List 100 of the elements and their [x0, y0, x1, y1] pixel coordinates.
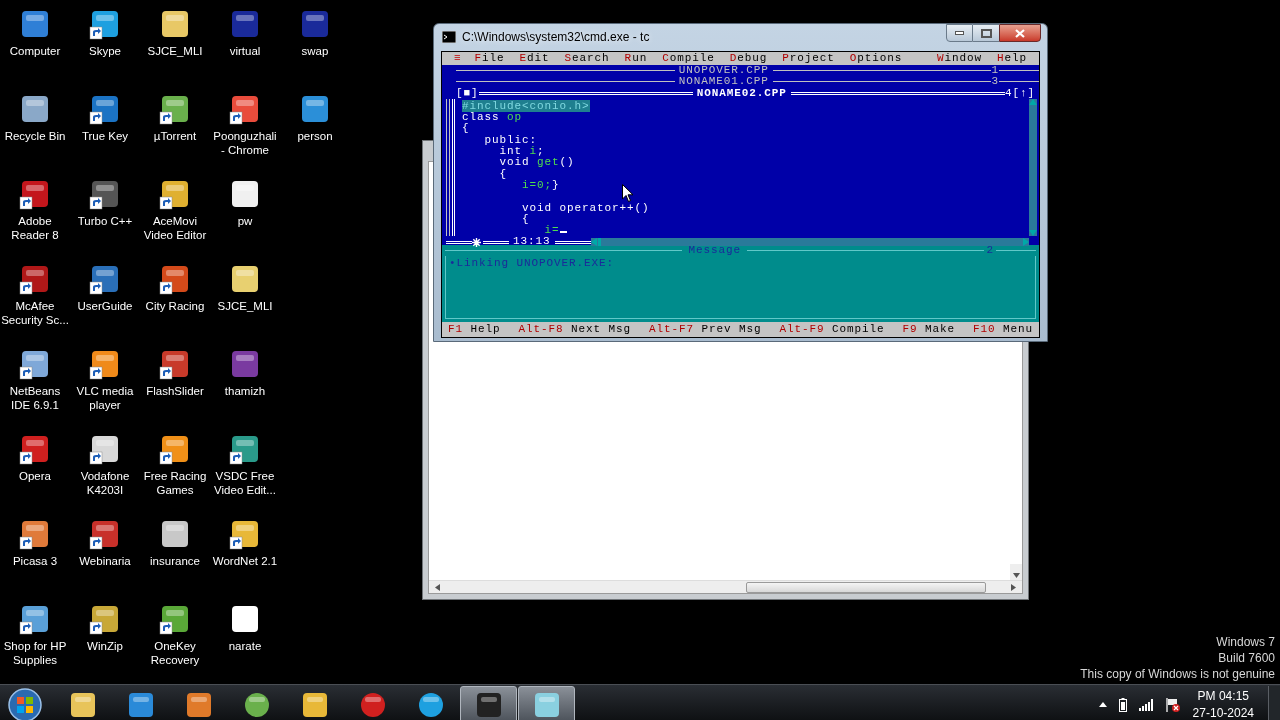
minimize-icon: [955, 31, 964, 35]
taskbar-button[interactable]: [460, 685, 517, 720]
desktop-icon-label[interactable]: SJCE_MLI: [216, 299, 274, 313]
desktop-icon-label[interactable]: Skype: [88, 44, 122, 58]
cursor-position: 13:13: [512, 236, 552, 248]
menu-item[interactable]: File: [474, 52, 505, 65]
app-icon: [532, 690, 561, 719]
zoom-box[interactable]: [↑]: [1012, 87, 1035, 99]
desktop-icon-label[interactable]: True Key: [80, 129, 130, 143]
menu-item[interactable]: Window: [936, 52, 982, 65]
desktop-icon-label[interactable]: person: [296, 129, 334, 143]
menu-item[interactable]: Options: [849, 52, 903, 65]
desktop-icon-label[interactable]: WordNet 2.1: [211, 554, 279, 568]
window-number: 1: [991, 65, 999, 77]
desktop-icon-label[interactable]: NetBeans IDE 6.9.1: [0, 384, 70, 412]
editor-window-title[interactable]: NONAME01.CPP: [674, 76, 773, 88]
function-key-hint[interactable]: Alt-F9 Compile: [779, 321, 885, 338]
desktop-icon-label[interactable]: SJCE_MLI: [146, 44, 204, 58]
menu-item[interactable]: Run: [624, 52, 648, 65]
console-icon[interactable]: [442, 31, 456, 43]
menu-item[interactable]: Debug: [729, 52, 768, 65]
desktop-icon-label[interactable]: Computer: [8, 44, 62, 58]
desktop-icon-label[interactable]: insurance: [149, 554, 201, 568]
function-key-hint[interactable]: F1 Help: [448, 321, 501, 338]
desktop-icon-label[interactable]: thamizh: [223, 384, 267, 398]
window-number: 3: [991, 76, 999, 88]
signal-icon[interactable]: [1138, 698, 1153, 711]
app-icon: [184, 690, 213, 719]
code-line: public:: [483, 134, 537, 147]
function-key-hint[interactable]: Alt-F7 Prev Msg: [648, 321, 762, 338]
scroll-left-icon[interactable]: [435, 583, 440, 591]
desktop-icon-label[interactable]: Poonguzhali - Chrome: [210, 129, 280, 157]
code-line: {: [462, 123, 470, 135]
app-icon: [474, 690, 503, 719]
function-key-hint[interactable]: F10 Menu: [972, 321, 1033, 338]
scroll-down-icon[interactable]: [1012, 573, 1020, 578]
window-number: 4: [1004, 87, 1013, 99]
desktop-icon-label[interactable]: UserGuide: [76, 299, 134, 313]
function-key-hint[interactable]: Alt-F8 Next Msg: [518, 321, 632, 338]
taskbar-button[interactable]: [518, 685, 575, 720]
desktop-icon-label[interactable]: City Racing: [144, 299, 206, 313]
menu-item[interactable]: Help: [996, 52, 1027, 65]
desktop-icon-label[interactable]: Webinaria: [78, 554, 132, 568]
minimize-button[interactable]: [946, 24, 973, 42]
code-line: int i;: [499, 146, 545, 158]
editor-window-title[interactable]: NONAME02.CPP: [692, 87, 791, 99]
scroll-right-icon[interactable]: [1011, 583, 1016, 591]
desktop-icon-label[interactable]: virtual: [228, 44, 262, 58]
vertical-scrollbar[interactable]: [1010, 564, 1022, 580]
desktop-icon-label[interactable]: McAfee Security Sc...: [0, 299, 70, 327]
scroll-left-icon[interactable]: [590, 238, 601, 247]
flag-icon[interactable]: [1164, 696, 1181, 713]
system-menu[interactable]: ≡: [454, 52, 462, 65]
editor-window-title[interactable]: UNOPOVER.CPP: [674, 65, 773, 77]
desktop-icon-label[interactable]: Opera: [18, 469, 52, 483]
function-key-hint[interactable]: F9 Make: [902, 321, 955, 338]
close-button[interactable]: [999, 24, 1041, 42]
message-title: Message: [687, 245, 742, 257]
desktop-icon-label[interactable]: narate: [227, 639, 263, 653]
close-icon: [1015, 28, 1025, 38]
scroll-up-icon[interactable]: [1029, 98, 1037, 105]
code-line: void operator++(): [521, 202, 650, 214]
show-hidden-icons-icon[interactable]: [1098, 702, 1107, 707]
maximize-button[interactable]: [973, 24, 999, 42]
window-title: C:\Windows\system32\cmd.exe - tc: [462, 29, 650, 46]
scrollbar-thumb[interactable]: [746, 581, 986, 593]
desktop-icon-label[interactable]: Adobe Reader 8: [0, 214, 70, 242]
message-text: •Linking UNOPOVER.EXE:: [449, 257, 615, 270]
desktop-icon-label[interactable]: AceMovi Video Editor: [140, 214, 210, 242]
clock-time[interactable]: PM 04:15: [1197, 687, 1249, 705]
clock-date[interactable]: 27-10-2024: [1192, 704, 1254, 720]
vertical-scrollbar[interactable]: [1029, 98, 1037, 237]
desktop-icon-label[interactable]: Recycle Bin: [3, 129, 67, 143]
desktop-icon-label[interactable]: Shop for HP Supplies: [0, 639, 70, 667]
desktop-icon-label[interactable]: Vodafone K4203I: [70, 469, 140, 497]
desktop-icon-label[interactable]: pw: [236, 214, 254, 228]
horizontal-scrollbar[interactable]: [429, 580, 1022, 593]
code-line: class op: [462, 112, 523, 124]
desktop-icon-label[interactable]: FlashSlider: [145, 384, 205, 398]
desktop-icon-label[interactable]: WinZip: [86, 639, 124, 653]
desktop-icon-label[interactable]: VLC media player: [70, 384, 140, 412]
code-area[interactable]: #include<conio.h> class op { public: int i; void get() { i=0;} void operator++() { i=: [462, 98, 1029, 237]
desktop-icon-label[interactable]: µTorrent: [152, 129, 198, 143]
app-icon: [68, 690, 97, 719]
menu-item[interactable]: Edit: [519, 52, 550, 65]
maximize-icon: [980, 28, 992, 38]
desktop-icon-label[interactable]: Picasa 3: [11, 554, 59, 568]
desktop-icon-label[interactable]: swap: [300, 44, 330, 58]
scroll-down-icon[interactable]: [1029, 230, 1037, 237]
desktop-icon-label[interactable]: OneKey Recovery: [140, 639, 210, 667]
desktop-icon-label[interactable]: VSDC Free Video Edit...: [210, 469, 280, 497]
desktop-icon-label[interactable]: Turbo C++: [76, 214, 134, 228]
menu-item[interactable]: Project: [782, 52, 835, 65]
battery-icon[interactable]: [1118, 697, 1127, 712]
horizontal-scrollbar[interactable]: [590, 238, 1029, 247]
close-box[interactable]: [■]: [456, 87, 479, 99]
menu-item[interactable]: Search: [564, 52, 610, 65]
desktop-icon-label[interactable]: Free Racing Games: [140, 469, 210, 497]
menu-item[interactable]: Compile: [662, 52, 715, 65]
mouse-pointer-icon: [622, 184, 634, 203]
